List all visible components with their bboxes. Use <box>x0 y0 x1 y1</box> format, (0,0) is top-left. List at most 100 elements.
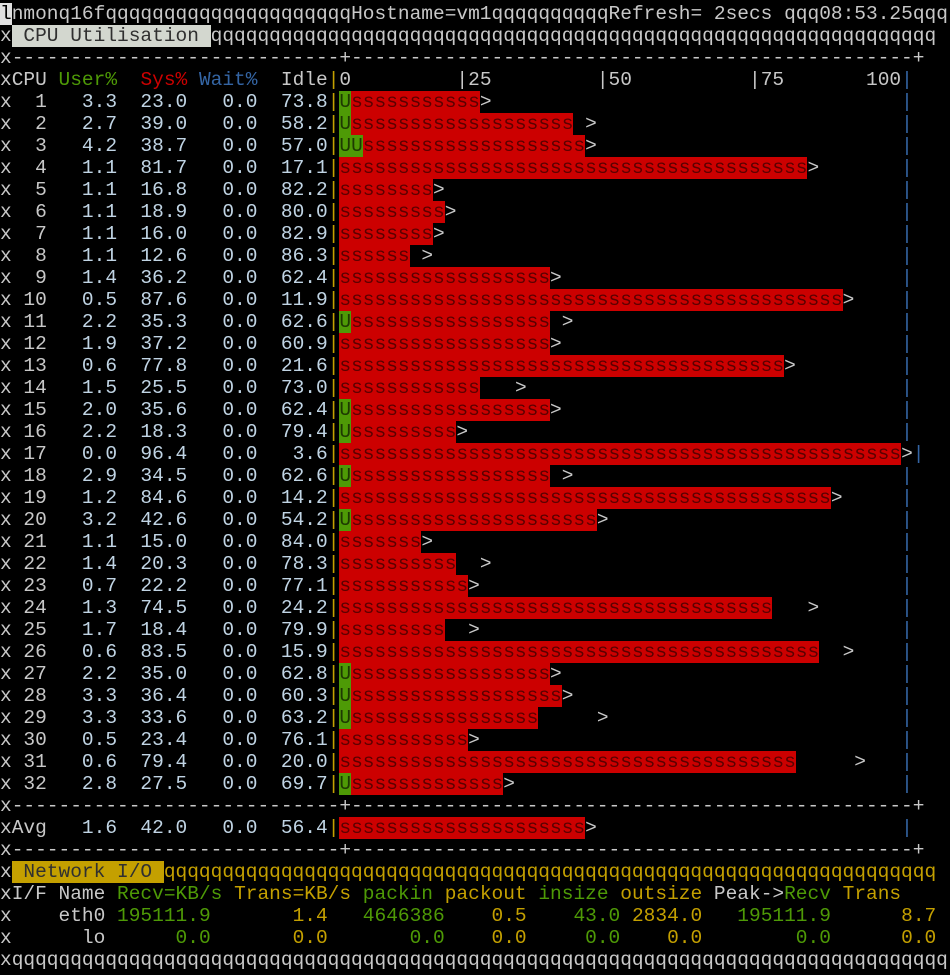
user-bar: U <box>339 113 352 135</box>
nmon-terminal[interactable]: lnmonq16fqqqqqqqqqqqqqqqqqqqqqHostname=v… <box>0 3 948 971</box>
user-bar: UU <box>339 135 363 157</box>
border: x <box>0 927 12 949</box>
cpu-id: 24 <box>11 597 47 619</box>
border: qqqqqqqqqqqqqqqqqqqqqqqqqqqqqqqqqqqqqqqq… <box>163 861 937 883</box>
scale-50: |50 <box>596 69 632 91</box>
user-pct: 2.2 <box>46 421 118 443</box>
text <box>433 883 445 905</box>
wait-pct: 0.0 <box>187 113 258 135</box>
idle-pct: 58.2 <box>257 113 328 135</box>
divider: | <box>327 135 340 157</box>
border: | <box>901 751 913 773</box>
text <box>796 355 901 377</box>
border: x <box>0 311 12 333</box>
idle-pct: 62.8 <box>257 663 328 685</box>
sys-bar: ssssssssssssssss <box>351 707 539 729</box>
cpu-id: 12 <box>11 333 47 355</box>
border: x <box>0 773 12 795</box>
cpu-row: x 27 2.2 35.0 0.0 62.8|Ussssssssssssssss… <box>0 663 948 685</box>
divider: | <box>327 443 340 465</box>
idle-pct: 73.8 <box>257 91 328 113</box>
sys-pct: 81.7 <box>117 157 188 179</box>
border: x <box>0 179 12 201</box>
sys-pct: 18.9 <box>117 201 188 223</box>
wait-pct: 0.0 <box>187 399 258 421</box>
separator: x----------------------------+----------… <box>0 47 948 69</box>
sys-bar: sssssssssssssssss <box>351 663 551 685</box>
sys-pct: 20.3 <box>117 553 188 575</box>
divider: | <box>327 311 340 333</box>
border: | <box>901 597 913 619</box>
user-pct: 2.8 <box>46 773 118 795</box>
border: | <box>901 399 913 421</box>
cpu-row: x 21 1.1 15.0 0.0 84.0|sssssss> | <box>0 531 948 553</box>
text <box>445 223 901 245</box>
border: | <box>901 575 913 597</box>
border: | <box>901 553 913 575</box>
divider: | <box>327 663 340 685</box>
idle-pct: 57.0 <box>257 135 328 157</box>
idle-pct: 78.3 <box>257 553 328 575</box>
peak-marker: > <box>561 685 574 707</box>
border: qqqqqqqqqq <box>491 3 609 25</box>
border: x <box>0 707 12 729</box>
idle-pct: 80.0 <box>257 201 328 223</box>
idle-pct: 60.9 <box>257 333 328 355</box>
divider: | <box>327 223 340 245</box>
sys-pct: 77.8 <box>117 355 188 377</box>
user-pct: 2.0 <box>46 399 118 421</box>
cpu-id: 7 <box>11 223 47 245</box>
sys-bar: sssssssss <box>339 201 445 223</box>
border: x <box>0 641 12 663</box>
text <box>573 311 901 333</box>
net-value: 0.0 <box>105 927 211 949</box>
text <box>105 883 117 905</box>
idle-pct: 86.3 <box>257 245 328 267</box>
net-value: 0.0 <box>526 927 621 949</box>
network-panel-title: Network I/O <box>11 861 164 883</box>
divider: | <box>327 267 340 289</box>
cpu-row: x 15 2.0 35.6 0.0 62.4|Ussssssssssssssss… <box>0 399 948 421</box>
border: qqqqqqqqqqqqqqqqqqqqqqqqqqqqqqqqqqqqqqqq… <box>210 25 937 47</box>
text <box>433 531 901 553</box>
cpu-row: x 9 1.4 36.2 0.0 62.4|ssssssssssssssssss… <box>0 267 948 289</box>
border: | <box>901 817 913 839</box>
text <box>597 817 901 839</box>
cpu-id: 6 <box>11 201 47 223</box>
divider: | <box>327 729 340 751</box>
text <box>573 685 901 707</box>
border: | <box>901 179 913 201</box>
text <box>480 575 901 597</box>
sys-bar: ssssss <box>339 245 410 267</box>
border: x <box>0 333 12 355</box>
wait-pct: 0.0 <box>187 179 258 201</box>
border: | <box>901 289 913 311</box>
border: qqqqqqqqqqqqqqqqqqqqq <box>105 3 352 25</box>
idle-pct: 69.7 <box>257 773 328 795</box>
cpu-row: x 7 1.1 16.0 0.0 82.9|ssssssss> | <box>0 223 948 245</box>
hostname: Hostname=vm1 <box>351 3 492 25</box>
net-value: 2834.0 <box>620 905 703 927</box>
peak-marker: > <box>807 157 820 179</box>
wait-pct: 0.0 <box>187 421 258 443</box>
idle-pct: 24.2 <box>257 597 328 619</box>
user-bar: U <box>339 399 352 421</box>
cpu-id: 21 <box>11 531 47 553</box>
idle-pct: 63.2 <box>257 707 328 729</box>
idle-pct: 62.6 <box>257 465 328 487</box>
separator: x----------------------------+----------… <box>0 795 948 817</box>
net-value: 195111.9 <box>702 905 831 927</box>
border: qqq <box>772 3 820 25</box>
wait-pct: 0.0 <box>187 267 258 289</box>
divider: | <box>327 333 340 355</box>
text <box>222 883 234 905</box>
header-8: Recv <box>784 883 831 905</box>
border: x <box>0 289 12 311</box>
border: x <box>0 157 12 179</box>
text <box>597 113 901 135</box>
cpu-row: x 14 1.5 25.5 0.0 73.0|ssssssssssss > | <box>0 377 948 399</box>
cpu-row: x 16 2.2 18.3 0.0 79.4|Usssssssss> | <box>0 421 948 443</box>
divider: | <box>327 751 340 773</box>
user-pct: 0.6 <box>46 355 118 377</box>
idle-pct: 77.1 <box>257 575 328 597</box>
